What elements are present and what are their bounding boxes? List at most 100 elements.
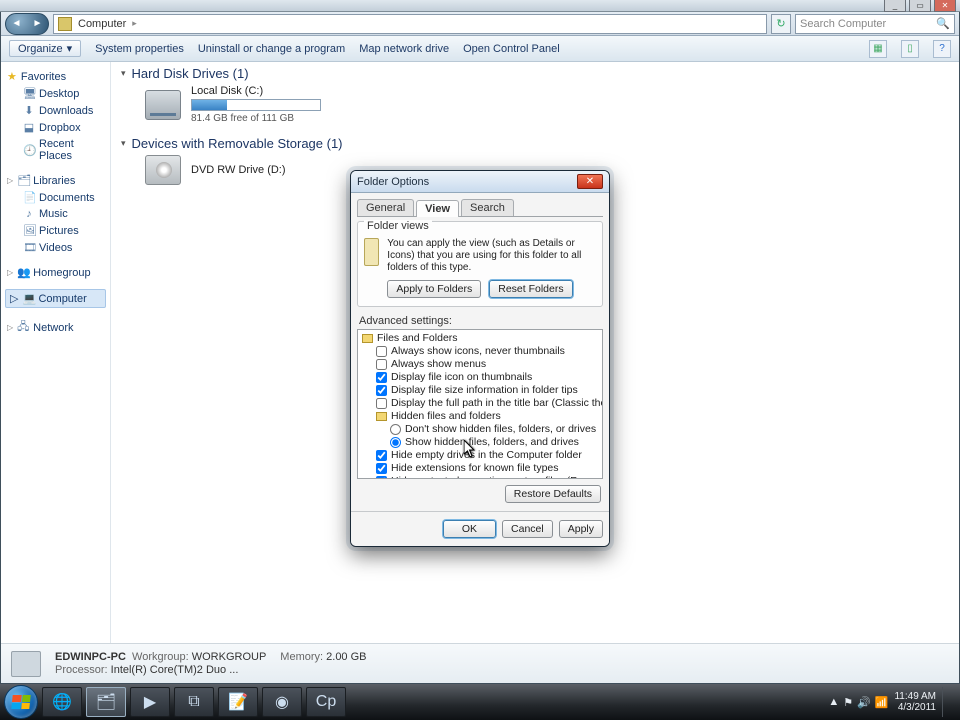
opt-hide-protected-os[interactable]: Hide protected operating system files (R… (362, 475, 600, 479)
tree-label: Files and Folders (377, 332, 458, 344)
network-icon: 🖧 (17, 318, 29, 337)
taskbar-explorer[interactable]: 🗂 (86, 687, 126, 717)
checkbox[interactable] (376, 398, 387, 409)
sidebar-homegroup[interactable]: ▷👥Homegroup (5, 264, 106, 281)
forward-icon: ► (33, 18, 43, 29)
opt-file-size-tips[interactable]: Display file size information in folder … (362, 384, 600, 397)
sidebar-item-documents[interactable]: 📄Documents (5, 189, 106, 206)
tb-system-properties[interactable]: System properties (95, 43, 184, 55)
dialog-close-button[interactable]: ✕ (577, 174, 603, 189)
taskbar: 🌐 🗂 ▶ ⧉ 📝 ◉ Cp ▲ ⚑ 🔊 📶 11:49 AM 4/3/2011 (0, 684, 960, 720)
sidebar-libraries[interactable]: ▷🗂Libraries (5, 172, 106, 189)
tree-root-files-folders[interactable]: Files and Folders (362, 332, 600, 345)
sidebar-item-dropbox[interactable]: ⬓Dropbox (5, 119, 106, 136)
ok-button[interactable]: OK (443, 520, 496, 538)
apply-to-folders-button[interactable]: Apply to Folders (387, 280, 481, 298)
tb-map-drive[interactable]: Map network drive (359, 43, 449, 55)
radio[interactable] (390, 424, 401, 435)
apply-button[interactable]: Apply (559, 520, 603, 538)
restore-defaults-button[interactable]: Restore Defaults (505, 485, 601, 503)
sidebar-item-videos[interactable]: 🎞Videos (5, 239, 106, 256)
system-tray[interactable]: ▲ ⚑ 🔊 📶 11:49 AM 4/3/2011 (828, 687, 956, 717)
processor-label: Processor: (55, 664, 108, 676)
reset-folders-button[interactable]: Reset Folders (489, 280, 572, 298)
sidebar-item-desktop[interactable]: 🖥Desktop (5, 85, 106, 102)
taskbar-chrome[interactable]: ◉ (262, 687, 302, 717)
window-minimize-button[interactable]: _ (884, 0, 906, 12)
taskbar-app-3[interactable]: Cp (306, 687, 346, 717)
checkbox[interactable] (376, 359, 387, 370)
refresh-button[interactable]: ↻ (771, 14, 791, 34)
organize-menu[interactable]: Organize ▾ (9, 40, 81, 57)
dvd-icon (145, 155, 181, 185)
taskbar-media[interactable]: ▶ (130, 687, 170, 717)
checkbox[interactable] (376, 450, 387, 461)
sidebar-network[interactable]: ▷🖧Network (5, 316, 106, 339)
sidebar-label: Recent Places (39, 138, 104, 162)
opt-always-icons[interactable]: Always show icons, never thumbnails (362, 345, 600, 358)
tb-control-panel[interactable]: Open Control Panel (463, 43, 560, 55)
taskbar-app-1[interactable]: ⧉ (174, 687, 214, 717)
tree-label: Hide protected operating system files (R… (391, 475, 603, 479)
window-close-button[interactable]: ✕ (934, 0, 956, 12)
tab-general[interactable]: General (357, 199, 414, 216)
section-label: Hard Disk Drives (1) (132, 66, 249, 81)
opt-hide-extensions[interactable]: Hide extensions for known file types (362, 462, 600, 475)
opt-file-icon-thumb[interactable]: Display file icon on thumbnails (362, 371, 600, 384)
dialog-tabs: General View Search (357, 199, 603, 217)
sidebar-item-recent[interactable]: 🕘Recent Places (5, 136, 106, 164)
radio[interactable] (390, 437, 401, 448)
tray-network-icon[interactable]: 📶 (875, 696, 889, 709)
computer-label: Computer (38, 293, 86, 305)
taskbar-app-2[interactable]: 📝 (218, 687, 258, 717)
checkbox[interactable] (376, 346, 387, 357)
nav-back-forward[interactable]: ◄► (5, 13, 49, 35)
breadcrumb[interactable]: Computer (78, 18, 126, 30)
tree-hidden-files[interactable]: Hidden files and folders (362, 410, 600, 423)
start-button[interactable] (4, 685, 38, 719)
opt-dont-show-hidden[interactable]: Don't show hidden files, folders, or dri… (362, 423, 600, 436)
advanced-settings-label: Advanced settings: (359, 315, 603, 327)
preview-pane-button[interactable]: ▯ (901, 40, 919, 58)
cancel-button[interactable]: Cancel (502, 520, 553, 538)
taskbar-ie[interactable]: 🌐 (42, 687, 82, 717)
sidebar-item-pictures[interactable]: 🖼Pictures (5, 222, 106, 239)
help-button[interactable]: ? (933, 40, 951, 58)
view-options-button[interactable]: ▦ (869, 40, 887, 58)
sidebar-item-music[interactable]: ♪Music (5, 206, 106, 222)
folder-views-desc: You can apply the view (such as Details … (387, 238, 596, 274)
opt-full-path-title[interactable]: Display the full path in the title bar (… (362, 397, 600, 410)
window-maximize-button[interactable]: ▭ (909, 0, 931, 12)
address-bar[interactable]: Computer ▸ (53, 14, 767, 34)
tray-volume-icon[interactable]: 🔊 (857, 696, 871, 709)
section-removable[interactable]: ▾Devices with Removable Storage (1) (121, 136, 949, 151)
checkbox[interactable] (376, 476, 387, 480)
tray-clock[interactable]: 11:49 AM 4/3/2011 (894, 691, 936, 713)
checkbox[interactable] (376, 463, 387, 474)
tray-overflow-icon[interactable]: ▲ (828, 696, 839, 709)
search-input[interactable]: Search Computer 🔍 (795, 14, 955, 34)
tab-view[interactable]: View (416, 200, 459, 217)
advanced-settings-tree[interactable]: Files and Folders Always show icons, nev… (357, 329, 603, 479)
search-icon: 🔍 (936, 17, 950, 30)
dialog-titlebar[interactable]: Folder Options ✕ (351, 171, 609, 193)
dropbox-icon: ⬓ (23, 121, 35, 134)
opt-always-menus[interactable]: Always show menus (362, 358, 600, 371)
tab-search[interactable]: Search (461, 199, 514, 216)
tb-uninstall[interactable]: Uninstall or change a program (198, 43, 345, 55)
sidebar-favorites[interactable]: ★Favorites (5, 68, 106, 85)
sidebar-item-downloads[interactable]: ⬇Downloads (5, 102, 106, 119)
show-desktop-button[interactable] (942, 687, 952, 717)
opt-show-hidden[interactable]: Show hidden files, folders, and drives (362, 436, 600, 449)
section-hard-drives[interactable]: ▾Hard Disk Drives (1) (121, 66, 949, 81)
checkbox[interactable] (376, 385, 387, 396)
opt-hide-empty-drives[interactable]: Hide empty drives in the Computer folder (362, 449, 600, 462)
drive-local-c[interactable]: Local Disk (C:) 81.4 GB free of 111 GB (145, 85, 949, 124)
sidebar-computer[interactable]: ▷💻Computer (5, 289, 106, 308)
tray-flag-icon[interactable]: ⚑ (843, 696, 853, 709)
folder-views-label: Folder views (364, 220, 432, 232)
tree-label: Show hidden files, folders, and drives (405, 436, 579, 448)
chevron-right-icon[interactable]: ▸ (132, 18, 137, 29)
back-icon: ◄ (12, 18, 22, 29)
checkbox[interactable] (376, 372, 387, 383)
